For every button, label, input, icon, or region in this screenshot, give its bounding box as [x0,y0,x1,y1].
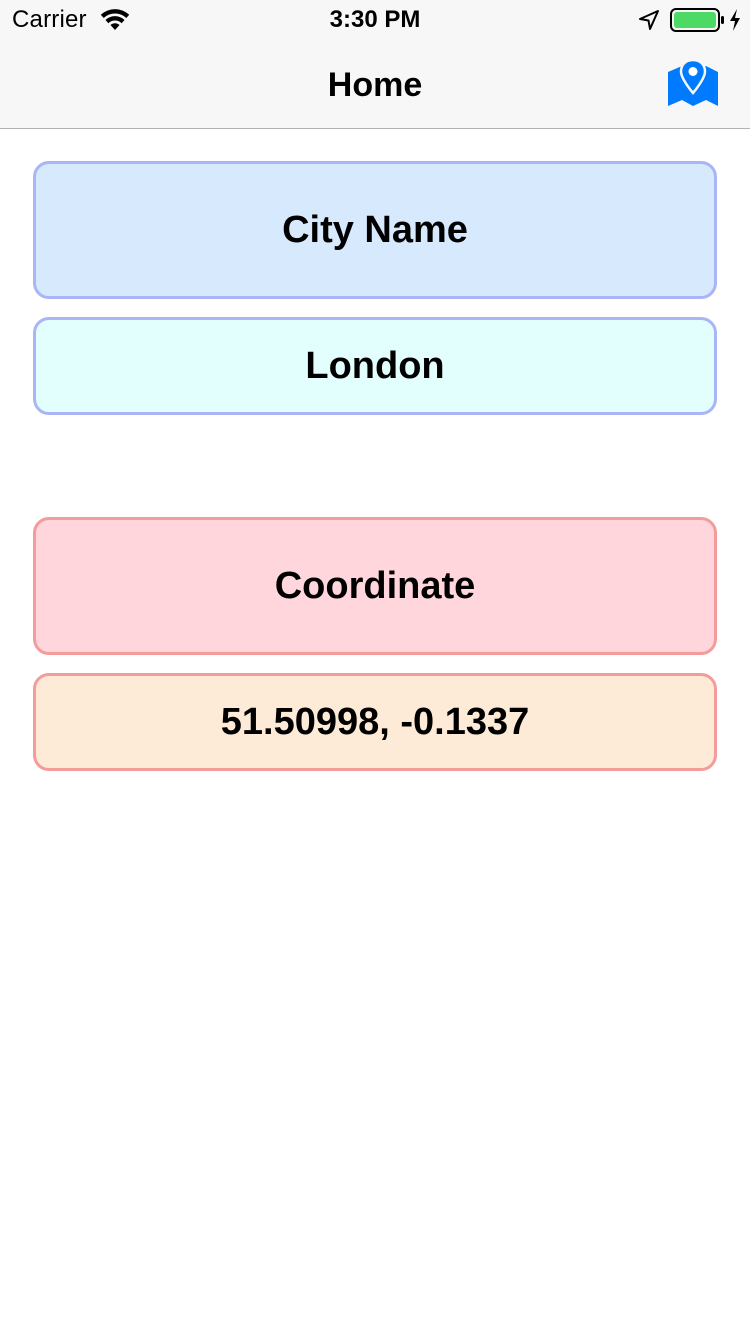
coordinate-value-box: 51.50998, -0.1337 [33,673,717,771]
coordinate-label-box: Coordinate [33,517,717,655]
navigation-bar: Home [0,40,750,129]
city-name-label: City Name [282,208,468,251]
map-button[interactable] [664,56,722,110]
city-name-label-box: City Name [33,161,717,299]
location-arrow-icon [639,10,659,30]
status-bar: Carrier 3:30 PM [0,0,750,40]
charging-icon [730,9,740,31]
city-value: London [305,344,445,387]
coordinate-label: Coordinate [274,564,476,607]
battery-icon [670,8,724,32]
coordinate-value: 51.50998, -0.1337 [220,700,530,743]
page-title: Home [327,66,423,104]
city-value-box: London [33,317,717,415]
